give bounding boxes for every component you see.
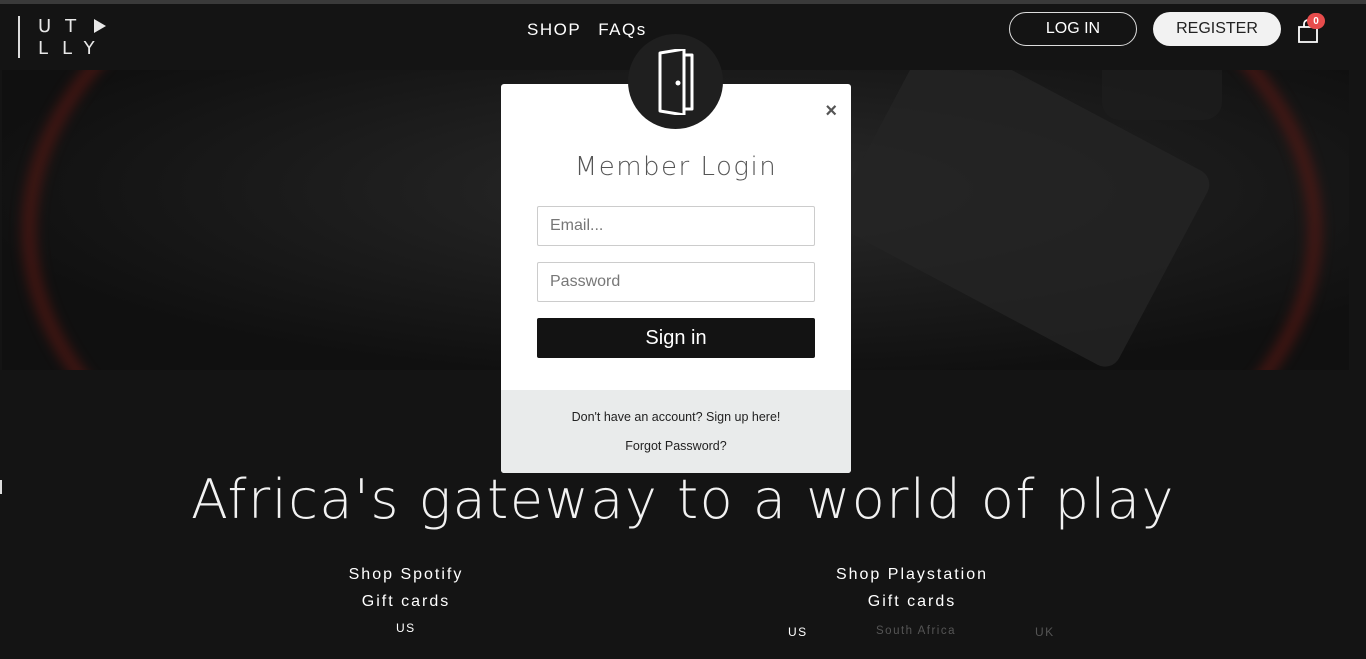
- hero-device: [1102, 70, 1222, 120]
- signup-link[interactable]: Don't have an account? Sign up here!: [501, 410, 851, 424]
- logo-text-line2: LLY: [38, 38, 109, 59]
- site-logo[interactable]: UT LLY: [18, 16, 110, 59]
- close-icon[interactable]: ×: [825, 100, 837, 123]
- main-nav: SHOP FAQs: [527, 20, 647, 40]
- spotify-region-us[interactable]: US: [396, 621, 416, 635]
- logo-bar: [18, 16, 20, 58]
- page-headline: Africa's gateway to a world of play: [191, 468, 1175, 531]
- login-button[interactable]: LOG IN: [1009, 12, 1137, 46]
- login-modal: × Member Login Email... Password Sign in…: [501, 84, 851, 473]
- shop-spotify-line2: Gift cards: [361, 593, 451, 610]
- playstation-region-south-africa[interactable]: South Africa: [876, 625, 956, 637]
- password-field[interactable]: Password: [537, 262, 815, 302]
- shop-spotify-heading[interactable]: Shop Spotify Gift cards: [306, 561, 506, 615]
- door-icon: [628, 34, 723, 129]
- register-button[interactable]: REGISTER: [1153, 12, 1281, 46]
- shop-playstation-line2: Gift cards: [867, 593, 957, 610]
- play-icon: [94, 19, 106, 33]
- cart-count-badge: 0: [1307, 13, 1325, 29]
- nav-shop[interactable]: SHOP: [527, 20, 581, 40]
- shop-spotify-line1: Shop Spotify: [348, 566, 464, 583]
- playstation-region-us[interactable]: US: [788, 625, 808, 639]
- shop-playstation-line1: Shop Playstation: [835, 566, 989, 583]
- playstation-region-uk[interactable]: UK: [1035, 625, 1055, 639]
- forgot-password-link[interactable]: Forgot Password?: [501, 439, 851, 453]
- nav-faqs[interactable]: FAQs: [598, 20, 647, 40]
- door-icon-graphic: [658, 48, 693, 115]
- shop-playstation-heading[interactable]: Shop Playstation Gift cards: [812, 561, 1012, 615]
- logo-text-line1: UT: [38, 16, 91, 37]
- email-field[interactable]: Email...: [537, 206, 815, 246]
- sign-in-button[interactable]: Sign in: [537, 318, 815, 358]
- modal-footer: Don't have an account? Sign up here! For…: [501, 390, 851, 473]
- modal-title: Member Login: [574, 152, 778, 182]
